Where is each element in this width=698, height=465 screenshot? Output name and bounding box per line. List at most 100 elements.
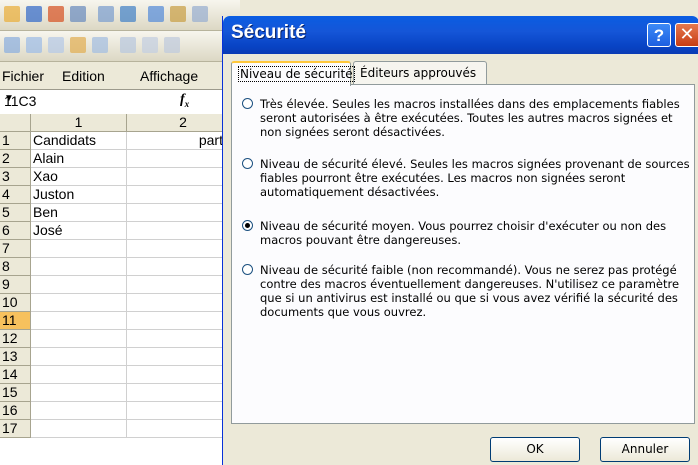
spreadsheet-grid[interactable]: 121Candidatspartiel2Alain153Xao94Juston1…: [0, 114, 240, 465]
row-header[interactable]: 7: [0, 240, 31, 258]
cell[interactable]: [31, 402, 127, 420]
cell[interactable]: [31, 348, 127, 366]
row-header[interactable]: 3: [0, 168, 31, 186]
menu-affichage[interactable]: Affichage: [140, 68, 198, 84]
cell[interactable]: Alain: [31, 150, 127, 168]
row-header[interactable]: 1: [0, 132, 31, 150]
row-header[interactable]: 6: [0, 222, 31, 240]
row-header[interactable]: 14: [0, 366, 31, 384]
row-header[interactable]: 10: [0, 294, 31, 312]
spelling-icon[interactable]: [120, 6, 136, 22]
row-header-text: 1: [2, 132, 10, 148]
cell-text: [31, 294, 35, 310]
cell[interactable]: Candidats: [31, 132, 127, 150]
cell[interactable]: José: [31, 222, 127, 240]
option-label: Très élevée. Seules les macros installée…: [260, 97, 680, 139]
tab-editeurs-approuves[interactable]: Éditeurs approuvés: [353, 61, 487, 85]
cell-text: Alain: [33, 150, 65, 166]
toolbar-icon[interactable]: [120, 37, 136, 53]
menu-fichier[interactable]: Fichier: [2, 68, 44, 84]
radio-moyen[interactable]: [242, 220, 253, 231]
chevron-down-icon[interactable]: ▼: [4, 93, 14, 104]
row-header[interactable]: 4: [0, 186, 31, 204]
save-icon[interactable]: [26, 6, 42, 22]
toolbar-icon[interactable]: [92, 37, 108, 53]
toolbar-icon[interactable]: [142, 37, 158, 53]
tab-label: Éditeurs approuvés: [360, 66, 477, 80]
toolbar-icon[interactable]: [164, 37, 180, 53]
print-preview-icon[interactable]: [98, 6, 114, 22]
radio-tres-elevee[interactable]: [242, 98, 253, 109]
cell-text: [31, 348, 35, 364]
column-header[interactable]: 1: [31, 114, 127, 132]
cell[interactable]: [31, 384, 127, 402]
option-label: Niveau de sécurité moyen. Vous pourrez c…: [260, 219, 667, 247]
option-moyen[interactable]: Niveau de sécurité moyen. Vous pourrez c…: [242, 219, 682, 249]
option-eleve[interactable]: Niveau de sécurité élevé. Seules les mac…: [242, 157, 690, 201]
name-box[interactable]: 11C3 ▼: [0, 92, 112, 110]
option-faible[interactable]: Niveau de sécurité faible (non recommand…: [242, 263, 682, 321]
menu-edition[interactable]: Edition: [62, 68, 105, 84]
cell[interactable]: [31, 240, 127, 258]
row-header[interactable]: 12: [0, 330, 31, 348]
ok-button[interactable]: OK: [490, 437, 580, 462]
formula-bar: 11C3 ▼ fx: [0, 89, 240, 115]
dialog-title-bar[interactable]: Sécurité ? ✕: [223, 16, 698, 54]
row-header[interactable]: 16: [0, 402, 31, 420]
cell-text: Candidats: [33, 132, 97, 148]
row-header[interactable]: 17: [0, 420, 31, 438]
cut-icon[interactable]: [170, 6, 186, 22]
cell[interactable]: Ben: [31, 204, 127, 222]
option-tres-elevee[interactable]: Très élevée. Seules les macros installée…: [242, 97, 682, 141]
row-header[interactable]: 2: [0, 150, 31, 168]
row-header-text: 4: [2, 186, 10, 202]
toolbar-icon[interactable]: [48, 37, 64, 53]
menu-bar: Fichier Edition Affichage: [0, 63, 240, 89]
reviewing-toolbar: [0, 31, 240, 62]
copy-icon[interactable]: [192, 6, 208, 22]
radio-eleve[interactable]: [242, 158, 253, 169]
row-header[interactable]: 15: [0, 384, 31, 402]
cell[interactable]: [31, 276, 127, 294]
cell-text: [31, 240, 35, 256]
row-header[interactable]: 5: [0, 204, 31, 222]
toolbar-icon[interactable]: [4, 37, 20, 53]
radio-faible[interactable]: [242, 264, 253, 275]
permission-icon[interactable]: [48, 6, 64, 22]
row-header-text: 16: [2, 402, 18, 418]
row-header[interactable]: 8: [0, 258, 31, 276]
cell[interactable]: [31, 294, 127, 312]
tab-niveau-de-securite[interactable]: Niveau de sécurité: [231, 61, 355, 86]
cell[interactable]: [31, 366, 127, 384]
security-level-panel: Très élevée. Seules les macros installée…: [231, 84, 695, 424]
cell[interactable]: [31, 420, 127, 438]
row-header-text: 14: [2, 366, 18, 382]
research-icon[interactable]: [148, 6, 164, 22]
toolbar-icon[interactable]: [70, 37, 86, 53]
toolbar-icon[interactable]: [26, 37, 42, 53]
open-icon[interactable]: [4, 6, 20, 22]
row-header[interactable]: 11: [0, 312, 31, 330]
row-header-text: 9: [2, 276, 10, 292]
row-header[interactable]: 9: [0, 276, 31, 294]
cell[interactable]: Xao: [31, 168, 127, 186]
row-header-text: 7: [2, 240, 10, 256]
cell[interactable]: [31, 312, 127, 330]
cell[interactable]: [31, 330, 127, 348]
cell[interactable]: Juston: [31, 186, 127, 204]
cell-text: [31, 366, 35, 382]
security-dialog: Sécurité ? ✕ Niveau de sécurité Éditeurs…: [222, 16, 698, 465]
tab-label: Niveau de sécurité: [238, 66, 355, 82]
cancel-button[interactable]: Annuler: [600, 437, 690, 462]
close-button[interactable]: ✕: [675, 23, 698, 47]
row-header-text: 13: [2, 348, 18, 364]
print-icon[interactable]: [70, 6, 86, 22]
cell[interactable]: [31, 258, 127, 276]
row-header-text: 2: [2, 150, 10, 166]
select-all-corner[interactable]: [0, 114, 31, 132]
help-button[interactable]: ?: [647, 23, 671, 47]
row-header-text: 11: [2, 312, 17, 328]
function-icon[interactable]: fx: [180, 92, 189, 109]
row-header[interactable]: 13: [0, 348, 31, 366]
option-label: Niveau de sécurité faible (non recommand…: [260, 263, 680, 319]
